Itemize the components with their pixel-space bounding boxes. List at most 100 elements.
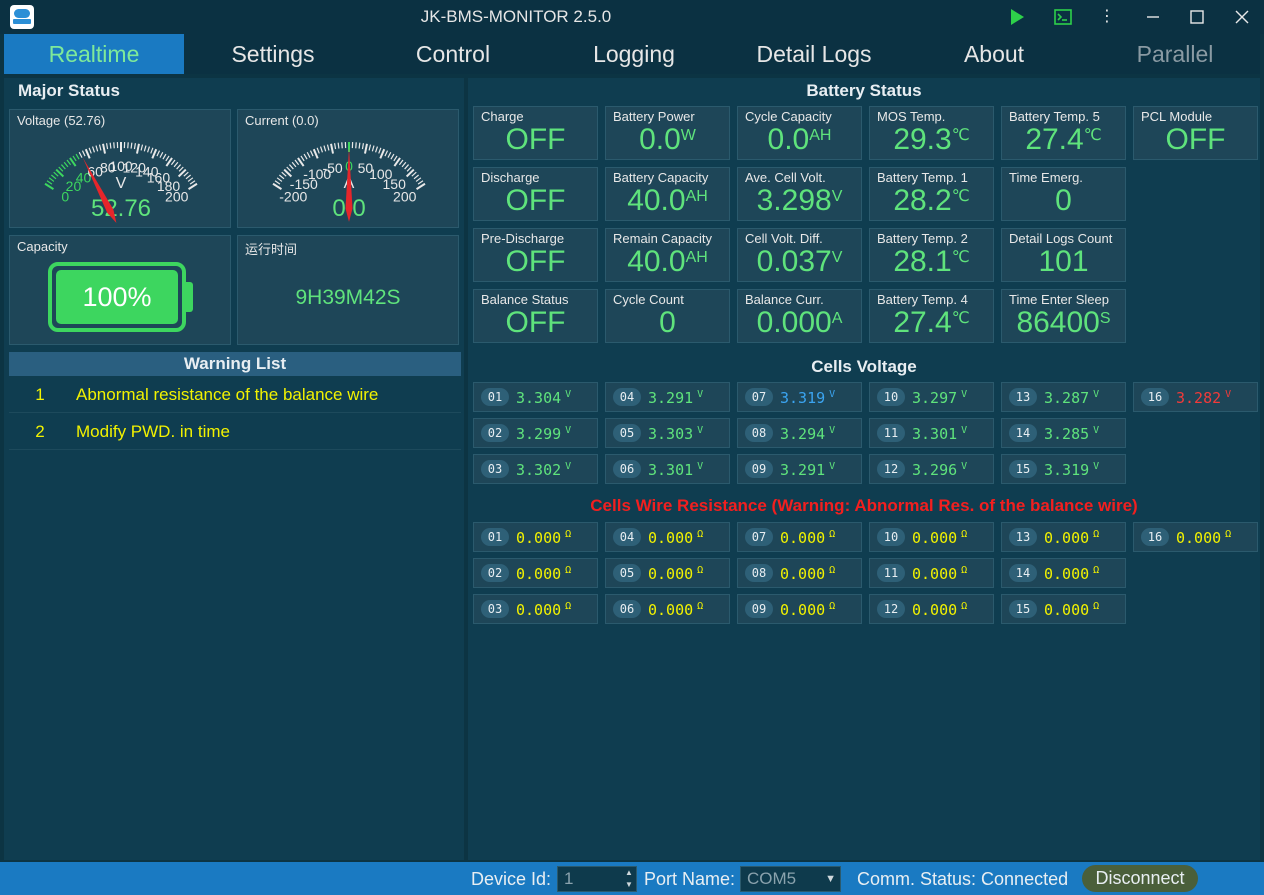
cell-number-badge: 03	[481, 600, 509, 618]
cell-unit: V	[961, 425, 968, 436]
cell-item: 13 3.287 V	[1001, 382, 1126, 412]
tab-logging[interactable]: Logging	[544, 34, 724, 74]
cell-value: 3.282 V	[1176, 389, 1232, 407]
gauge-tick	[401, 161, 407, 168]
cell-unit: Ω	[565, 601, 572, 612]
cell-item: 09 0.000 Ω	[737, 594, 862, 624]
cell-value: 3.287 V	[1044, 389, 1100, 407]
tab-detail-logs[interactable]: Detail Logs	[724, 34, 904, 74]
tab-realtime[interactable]: Realtime	[4, 34, 184, 74]
list-item[interactable]: 1 Abnormal resistance of the balance wir…	[9, 377, 461, 413]
cell-item: 15 0.000 Ω	[1001, 594, 1126, 624]
maximize-icon[interactable]	[1184, 4, 1210, 30]
cell-unit: V	[961, 389, 968, 400]
minimize-icon[interactable]	[1140, 4, 1166, 30]
cell-value: 3.285 V	[1044, 425, 1100, 443]
gauge-unit: V	[116, 175, 127, 192]
gauge-tick	[312, 148, 319, 159]
cell-value: 3.294 V	[780, 425, 836, 443]
status-tile-value: 40.0AH	[627, 184, 708, 217]
close-icon[interactable]	[1229, 4, 1255, 30]
status-tile-label: Cycle Count	[613, 292, 684, 307]
cell-item: 04 3.291 V	[605, 382, 730, 412]
status-tile-label: Battery Temp. 2	[877, 231, 968, 246]
cell-value: 0.000 Ω	[516, 565, 572, 583]
title-bar: JK-BMS-MONITOR 2.5.0 ⋮	[0, 0, 1264, 34]
status-tile: Ave. Cell Volt. 3.298V	[737, 167, 862, 221]
gauge-tick	[387, 151, 392, 158]
cell-number-badge: 05	[613, 564, 641, 582]
play-icon[interactable]	[1004, 4, 1030, 30]
tab-control[interactable]: Control	[363, 34, 543, 74]
status-tile: Cycle Capacity 0.0AH	[737, 106, 862, 160]
disconnect-button[interactable]: Disconnect	[1082, 865, 1198, 892]
gauge-tick	[294, 159, 300, 166]
chevron-down-icon: ▼	[825, 873, 836, 885]
cell-value: 0.000 Ω	[1044, 601, 1100, 619]
tab-about[interactable]: About	[904, 34, 1084, 74]
cell-item: 02 3.299 V	[473, 418, 598, 448]
cell-unit: V	[961, 461, 968, 472]
cell-unit: V	[697, 461, 704, 472]
cell-value: 3.319 V	[780, 389, 836, 407]
runtime-box: 运行时间 9H39M42S	[237, 235, 459, 345]
gauge-tick	[78, 151, 83, 158]
status-tile-label: Detail Logs Count	[1009, 231, 1113, 246]
status-tile-label: Cell Volt. Diff.	[745, 231, 823, 246]
gauge-tick	[316, 147, 320, 154]
more-icon[interactable]: ⋮	[1094, 4, 1120, 30]
gauge-tick	[53, 171, 59, 177]
cell-item: 16 3.282 V	[1133, 382, 1258, 412]
device-id-field[interactable]: 1 ▲ ▼	[557, 866, 637, 892]
gauge-tick	[286, 166, 292, 172]
cell-unit: V	[565, 461, 572, 472]
device-id-label: Device Id:	[471, 869, 552, 889]
gauge-tick	[48, 177, 55, 182]
cell-number-badge: 03	[481, 460, 509, 478]
gauge-tick	[75, 153, 80, 160]
cell-item: 14 3.285 V	[1001, 418, 1126, 448]
status-tile-unit: ℃	[951, 249, 970, 266]
tab-parallel[interactable]: Parallel	[1085, 34, 1264, 74]
status-tile: Cycle Count 0	[605, 289, 730, 343]
cell-value: 3.299 V	[516, 425, 572, 443]
status-tile: Battery Temp. 2 28.1℃	[869, 228, 994, 282]
terminal-icon[interactable]	[1050, 4, 1076, 30]
status-tile: Battery Temp. 1 28.2℃	[869, 167, 994, 221]
window-title: JK-BMS-MONITOR 2.5.0	[420, 7, 612, 26]
warning-list-title: Warning List	[9, 352, 461, 376]
gauge-tick	[109, 142, 112, 149]
battery-tip	[186, 282, 193, 312]
cell-item: 11 0.000 Ω	[869, 558, 994, 588]
gauge-tick	[415, 177, 422, 182]
status-tile-value: 0.037V	[756, 245, 843, 278]
status-tile: Pre-Discharge OFF	[473, 228, 598, 282]
cell-unit: Ω	[565, 565, 572, 576]
gauge-tick	[170, 159, 176, 166]
status-tile-label: Battery Power	[613, 109, 695, 124]
gauge-tick	[398, 159, 404, 166]
port-name-label: Port Name:	[644, 869, 736, 889]
cell-unit: Ω	[961, 601, 968, 612]
gauge-tick	[105, 143, 109, 150]
cell-unit: Ω	[829, 565, 836, 576]
cell-number-badge: 11	[877, 564, 905, 582]
gauge-tick	[98, 144, 102, 151]
gauge-tick	[133, 143, 137, 150]
voltage-gauge-dial: 020406080100120140160180200V52.76	[44, 142, 198, 224]
cell-number-badge: 13	[1009, 528, 1037, 546]
status-tile: Battery Capacity 40.0AH	[605, 167, 730, 221]
cell-value: 0.000 Ω	[1176, 529, 1232, 547]
status-tile-unit: ℃	[951, 188, 970, 205]
cell-unit: V	[1093, 389, 1100, 400]
gauge-tick	[159, 151, 164, 158]
spinner-arrows-icon[interactable]: ▲ ▼	[622, 867, 636, 891]
status-tile: Cell Volt. Diff. 0.037V	[737, 228, 862, 282]
list-item[interactable]: 2 Modify PWD. in time	[9, 414, 461, 450]
gauge-tick	[135, 143, 140, 154]
status-tile-value: 0	[659, 306, 676, 339]
port-name-select[interactable]: COM5 ▼	[740, 866, 841, 892]
gauge-tick	[379, 148, 386, 159]
status-tile-value: 29.3℃	[893, 123, 970, 156]
tab-settings[interactable]: Settings	[183, 34, 363, 74]
